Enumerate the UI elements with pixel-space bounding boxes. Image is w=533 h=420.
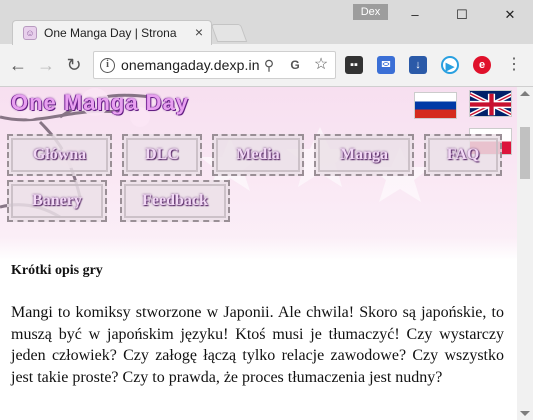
title-bar: ☺ One Manga Day | Strona × Dex – ☐ ✕ (0, 0, 533, 45)
back-icon[interactable]: ← (7, 54, 29, 76)
browser-chrome: ☺ One Manga Day | Strona × Dex – ☐ ✕ ← →… (0, 0, 533, 87)
kebab-menu-icon[interactable]: ⋮ (503, 54, 525, 76)
red-extension-icon[interactable]: e (473, 56, 491, 74)
scroll-down-arrow-icon[interactable] (520, 411, 530, 416)
forward-icon[interactable]: → (35, 54, 57, 76)
browser-tab[interactable]: ☺ One Manga Day | Strona × (12, 20, 212, 45)
nav-media-button[interactable]: Media (212, 134, 304, 176)
site-logo[interactable]: One Manga Day (11, 90, 189, 116)
scroll-up-arrow-icon[interactable] (520, 91, 530, 96)
play-extension-icon[interactable]: ▶ (441, 56, 459, 74)
nav-manga-button[interactable]: Manga (314, 134, 414, 176)
nav-faq-button[interactable]: FAQ (424, 134, 502, 176)
minimize-button[interactable]: – (400, 6, 430, 24)
page-content: One Manga Day Główna DLC Media Manga FAQ… (0, 87, 517, 420)
nav-glowna-button[interactable]: Główna (7, 134, 112, 176)
vertical-scrollbar[interactable] (517, 87, 533, 420)
magnifier-icon[interactable]: ⚲ (260, 56, 278, 74)
url-text[interactable]: onemangaday.dexp.in (121, 57, 260, 73)
nav-feedback-button[interactable]: Feedback (120, 180, 230, 222)
nav-dlc-button[interactable]: DLC (122, 134, 202, 176)
site-favicon-icon: ☺ (23, 26, 37, 40)
close-tab-icon[interactable]: × (195, 24, 203, 40)
nav-banery-button[interactable]: Banery (7, 180, 107, 222)
section-title: Krótki opis gry (11, 263, 103, 278)
close-window-button[interactable]: ✕ (495, 6, 525, 24)
reload-icon[interactable]: ↻ (63, 54, 85, 76)
star-icon[interactable]: ☆ (312, 56, 330, 74)
mail-extension-icon[interactable]: ✉ (377, 56, 395, 74)
language-english-flag-icon[interactable] (469, 90, 512, 117)
address-bar[interactable]: i onemangaday.dexp.in ⚲ G ☆ (93, 51, 336, 79)
tab-title: One Manga Day | Strona (44, 26, 177, 40)
new-tab-button[interactable] (210, 24, 248, 42)
game-description: Mangi to komiksy stworzone w Japonii. Al… (11, 304, 504, 386)
info-icon[interactable]: i (100, 58, 115, 73)
profile-badge[interactable]: Dex (353, 4, 388, 20)
extension-icon-1[interactable]: ▪▪ (345, 56, 363, 74)
download-extension-icon[interactable]: ↓ (409, 56, 427, 74)
scrollbar-thumb[interactable] (520, 127, 530, 179)
translate-icon[interactable]: G (286, 56, 304, 74)
maximize-button[interactable]: ☐ (447, 6, 477, 24)
language-russian-flag-icon[interactable] (414, 92, 457, 119)
browser-toolbar: ← → ↻ i onemangaday.dexp.in ⚲ G ☆ ▪▪ ✉ ↓… (0, 45, 533, 87)
